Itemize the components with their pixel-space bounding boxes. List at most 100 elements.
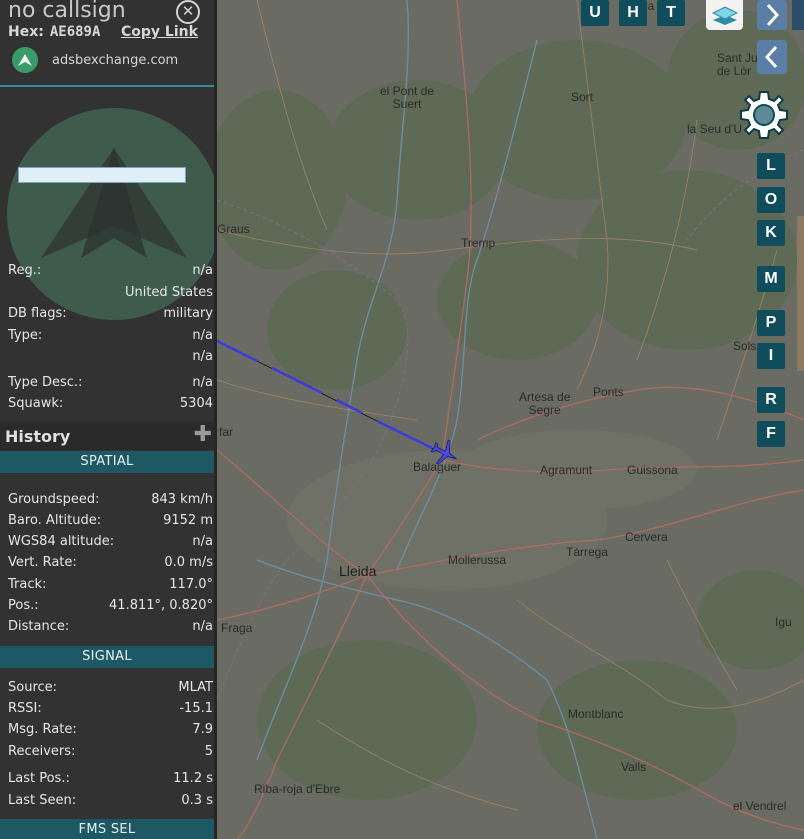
place-tremp: Tremp	[461, 236, 496, 250]
detail-value: n/a	[192, 328, 213, 343]
row-key: Receivers:	[8, 744, 76, 759]
detail-value: n/a	[192, 349, 213, 364]
map-button-i[interactable]: I	[757, 343, 785, 369]
place-la-seu: la Seu d'U	[687, 122, 742, 136]
map-button-u[interactable]: U	[581, 0, 609, 26]
row-value: 843 km/h	[151, 492, 213, 507]
row-key: RSSI:	[8, 701, 42, 716]
place-riba-roja: Riba-roja d'Ebre	[254, 782, 341, 796]
hex-value: AE689A	[49, 24, 101, 40]
row-value: 0.0 m/s	[164, 555, 213, 570]
history-title: History	[5, 427, 71, 446]
place-valls: Valls	[621, 760, 647, 774]
place-lleida: Lleida	[339, 563, 377, 579]
panel-edge	[792, 0, 804, 30]
place-sant-julia: Sant Ju de Lòr	[717, 51, 758, 78]
site-link-text: adsbexchange.com	[52, 52, 179, 68]
place-igu: Igu	[775, 615, 792, 629]
row-value: -15.1	[179, 701, 213, 716]
detail-value: n/a	[192, 375, 213, 390]
row-key: Last Seen:	[8, 793, 77, 808]
detail-value: n/a	[192, 263, 213, 278]
side-panel-edge	[797, 216, 804, 371]
aircraft-info-panel: no callsign ✕ Hex: AE689A Copy Link adsbe…	[0, 0, 217, 839]
row-key: Baro. Altitude:	[8, 513, 102, 528]
row-key: Track:	[8, 577, 47, 592]
history-header[interactable]: History ✚	[0, 422, 214, 450]
row-key: Vert. Rate:	[8, 555, 77, 570]
section-spatial: SPATIAL	[0, 451, 214, 473]
row-value: n/a	[192, 534, 213, 549]
section-fms-sel: FMS SEL	[0, 819, 214, 839]
row-key: Pos.:	[8, 598, 39, 613]
hex-label: Hex:	[8, 24, 44, 40]
gear-icon	[740, 91, 788, 139]
row-key: Groundspeed:	[8, 492, 100, 507]
detail-key: Type:	[8, 328, 43, 343]
row-value: 117.0°	[169, 577, 213, 592]
place-artesa: Artesa de Segre	[519, 390, 571, 417]
expand-right-button[interactable]	[757, 0, 787, 30]
map-button-k[interactable]: K	[757, 220, 785, 246]
place-mollerussa: Mollerussa	[448, 553, 507, 567]
close-icon: ✕	[181, 2, 195, 20]
close-button[interactable]: ✕	[176, 0, 200, 24]
row-value: n/a	[192, 619, 213, 634]
callsign: no callsign	[8, 0, 126, 23]
plus-icon[interactable]: ✚	[194, 424, 212, 446]
row-value: MLAT	[178, 680, 213, 695]
map-button-t[interactable]: T	[657, 0, 685, 26]
place-graus: Graus	[217, 222, 250, 236]
place-el-pont-de-suert: el Pont de Suert	[380, 84, 435, 111]
map-button-m[interactable]: M	[757, 266, 785, 292]
map-button-l[interactable]: L	[757, 153, 785, 179]
row-value: 41.811°, 0.820°	[109, 598, 213, 613]
settings-button[interactable]	[738, 89, 790, 141]
row-key: Distance:	[8, 619, 70, 634]
map-view[interactable]: el Pont de Suert Sort Sant Ju de Lòr la Se…	[217, 0, 804, 839]
divider	[0, 85, 214, 87]
map-button-o[interactable]: O	[757, 187, 785, 213]
map-button-p[interactable]: P	[757, 310, 785, 336]
row-value: 7.9	[192, 722, 213, 737]
section-signal: SIGNAL	[0, 646, 214, 668]
place-montblanc: Montblanc	[568, 707, 624, 721]
detail-value: 5304	[179, 396, 213, 411]
place-tarrega: Tàrrega	[566, 545, 609, 559]
adsbexchange-logo-icon	[12, 47, 38, 73]
place-agramunt: Agramunt	[540, 463, 593, 477]
layers-icon	[711, 6, 738, 25]
detail-key: DB flags:	[8, 306, 67, 321]
map-button-r[interactable]: R	[757, 387, 785, 413]
photo-loading-bar	[18, 167, 186, 183]
place-guissona: Guissona	[627, 463, 678, 477]
place-sort: Sort	[571, 90, 594, 104]
detail-key: Reg.:	[8, 263, 42, 278]
place-far: far	[219, 425, 234, 439]
detail-value: United States	[124, 285, 213, 300]
map-button-f[interactable]: F	[757, 421, 785, 447]
row-value: 9152 m	[163, 513, 213, 528]
site-link[interactable]: adsbexchange.com	[12, 47, 178, 73]
detail-key: Type Desc.:	[8, 375, 83, 390]
place-fraga: Fraga	[221, 621, 253, 635]
place-ponts: Ponts	[593, 385, 624, 399]
map-button-h[interactable]: H	[619, 0, 647, 26]
row-key: Last Pos.:	[8, 771, 70, 786]
chevron-right-icon	[766, 3, 780, 27]
row-value: 0.3 s	[181, 793, 213, 808]
place-vendrell: el Vendrel	[733, 799, 787, 813]
row-value: 5	[204, 744, 213, 759]
detail-value: military	[163, 306, 213, 321]
row-key: Source:	[8, 680, 58, 695]
copy-link[interactable]: Copy Link	[121, 24, 198, 40]
row-value: 11.2 s	[173, 771, 213, 786]
place-cervera: Cervera	[625, 530, 668, 544]
collapse-left-button[interactable]	[757, 40, 787, 74]
detail-key: Squawk:	[8, 396, 64, 411]
layers-button[interactable]	[706, 0, 743, 30]
row-key: WGS84 altitude:	[8, 534, 115, 549]
hex-row: Hex: AE689A	[8, 24, 100, 40]
chevron-left-icon	[764, 45, 778, 69]
place-balaguer: Balaguer	[413, 460, 462, 474]
